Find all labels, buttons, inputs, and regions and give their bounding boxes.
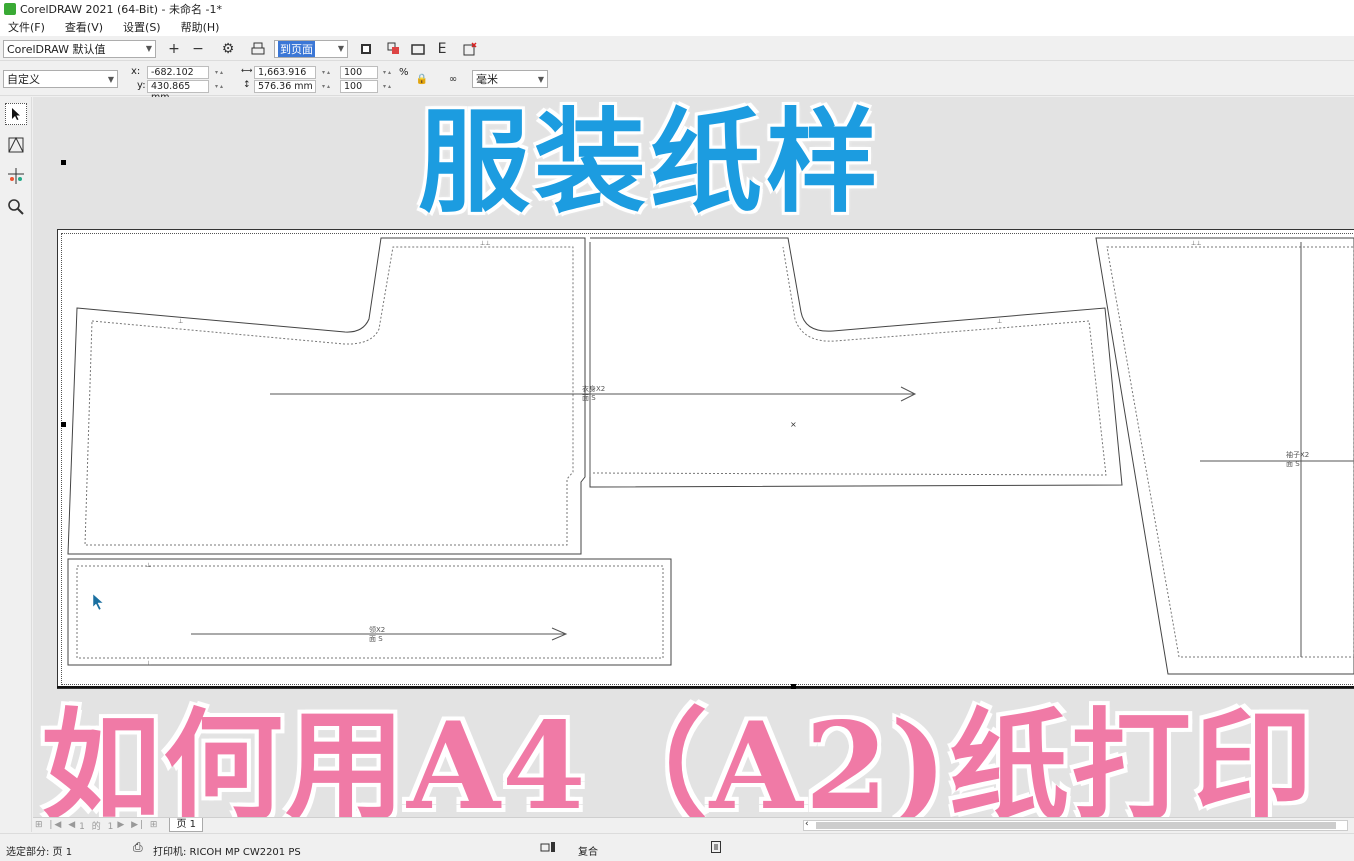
- page-layout-icon[interactable]: [384, 39, 404, 59]
- x-label: x:: [131, 66, 141, 77]
- y-spinner-icon[interactable]: ▾ ▴: [208, 80, 230, 93]
- chevron-down-icon: ▼: [337, 44, 344, 53]
- page-nav-forward-icon[interactable]: ▶ ▶| ⊞: [117, 820, 159, 830]
- page-tab[interactable]: 页 1: [169, 818, 204, 832]
- piece1-label: 衣身X2: [582, 384, 605, 393]
- printer-icon: ⎙: [133, 840, 143, 854]
- mouse-cursor-icon: [92, 593, 104, 611]
- scroll-left-icon[interactable]: ‹: [805, 819, 809, 829]
- composite-mode: 复合: [578, 847, 598, 858]
- notch-mark: ⊥: [997, 318, 1002, 325]
- postscript-icon: [540, 841, 556, 856]
- piece2-size: 面 S: [369, 635, 383, 643]
- y-position-input[interactable]: 430.865 mm: [147, 80, 209, 103]
- chevron-down-icon: ▼: [145, 44, 152, 53]
- preset-dropdown[interactable]: CorelDRAW 默认值 ▼: [3, 39, 156, 58]
- preset-value: CorelDRAW 默认值: [7, 42, 106, 56]
- menu-bar: 文件(F) 查看(V) 设置(S) 帮助(H): [0, 18, 1354, 36]
- width-input[interactable]: 1,663.916 mm: [254, 66, 316, 89]
- width-spinner-icon[interactable]: ▾ ▴: [315, 66, 337, 79]
- landscape-icon[interactable]: [408, 39, 428, 59]
- scale-x-input[interactable]: 100: [340, 66, 378, 79]
- pick-tool-icon[interactable]: [5, 103, 27, 125]
- menu-settings[interactable]: 设置(S): [123, 19, 161, 35]
- y-label: y:: [137, 80, 146, 91]
- height-spinner-icon[interactable]: ▾ ▴: [315, 80, 337, 93]
- percent-label: %: [399, 67, 409, 78]
- page-count: 1 的 1: [79, 821, 116, 832]
- window-title: CorelDRAW 2021 (64-Bit) - 未命名 -1*: [20, 3, 222, 16]
- notch-mark: ⊥⊥: [1191, 240, 1201, 247]
- coreldraw-app-icon: [4, 3, 16, 15]
- page-size-dropdown[interactable]: 自定义 ▼: [3, 70, 118, 88]
- x-position-input[interactable]: -682.102 mm: [147, 66, 209, 89]
- close-preview-icon[interactable]: [460, 39, 480, 59]
- notch-mark: ⊥: [178, 318, 183, 325]
- selection-status: 选定部分: 页 1: [6, 847, 73, 858]
- print-icon[interactable]: [248, 39, 268, 59]
- width-icon: ⟷: [241, 66, 253, 75]
- zoom-dropdown[interactable]: 到页面 ▼: [274, 39, 348, 58]
- horizontal-scrollbar[interactable]: ‹: [803, 819, 1348, 831]
- overlay-title-top: 服装纸样: [418, 98, 882, 228]
- remove-preset-icon[interactable]: −: [188, 39, 208, 59]
- piece2-label: 领X2: [369, 625, 385, 634]
- zoom-tool-icon[interactable]: [5, 196, 27, 218]
- scale-y-input[interactable]: 100: [340, 80, 378, 93]
- gear-icon[interactable]: ⚙: [218, 39, 238, 59]
- height-input[interactable]: 576.36 mm: [254, 80, 316, 93]
- piece3-label: 袖子X2: [1286, 450, 1309, 459]
- scrollbar-thumb[interactable]: [816, 822, 1336, 829]
- standard-toolbar: CorelDRAW 默认值 ▼ + − ⚙ 到页面 ▼ E: [0, 37, 1354, 61]
- notch-mark: ⊥: [146, 562, 151, 569]
- coreldraw-window: CorelDRAW 2021 (64-Bit) - 未命名 -1* 文件(F) …: [0, 0, 1354, 861]
- document-icon[interactable]: [711, 841, 721, 856]
- page-size-value: 自定义: [7, 73, 40, 86]
- piece3-size: 面 S: [1286, 460, 1300, 468]
- fit-page-icon[interactable]: [356, 39, 376, 59]
- x-spinner-icon[interactable]: ▾ ▴: [208, 66, 230, 79]
- marks-placement-tool-icon[interactable]: [5, 165, 27, 187]
- notch-mark: ⊥⊥: [480, 240, 490, 247]
- add-preset-icon[interactable]: +: [164, 39, 184, 59]
- notch-mark: ⊥: [146, 660, 151, 667]
- imposition-layout-tool-icon[interactable]: [5, 134, 27, 156]
- center-mark: ×: [790, 420, 797, 429]
- selection-handle: [61, 422, 66, 427]
- title-bar: CorelDRAW 2021 (64-Bit) - 未命名 -1*: [0, 0, 1354, 18]
- chevron-down-icon: ▼: [107, 74, 114, 84]
- page-navigator: ⊞ |◀ ◀ 1 的 1 ▶ ▶| ⊞ 页 1 ‹: [33, 817, 1354, 832]
- height-icon: ↕: [243, 80, 251, 90]
- page-nav-buttons-icon[interactable]: ⊞ |◀ ◀: [35, 820, 77, 830]
- preview-e-icon[interactable]: E: [432, 39, 452, 59]
- piece1-size: 面 S: [582, 394, 596, 402]
- menu-file[interactable]: 文件(F): [8, 19, 45, 35]
- status-bar: 选定部分: 页 1 ⎙ 打印机: RICOH MP CW2201 PS 复合: [0, 833, 1354, 861]
- zoom-value: 到页面: [278, 40, 315, 57]
- menu-view[interactable]: 查看(V): [65, 19, 103, 35]
- printer-status: 打印机: RICOH MP CW2201 PS: [153, 847, 301, 858]
- overlay-title-bottom: 如何用A4（A2)纸打印: [41, 696, 1315, 837]
- menu-help[interactable]: 帮助(H): [181, 19, 220, 35]
